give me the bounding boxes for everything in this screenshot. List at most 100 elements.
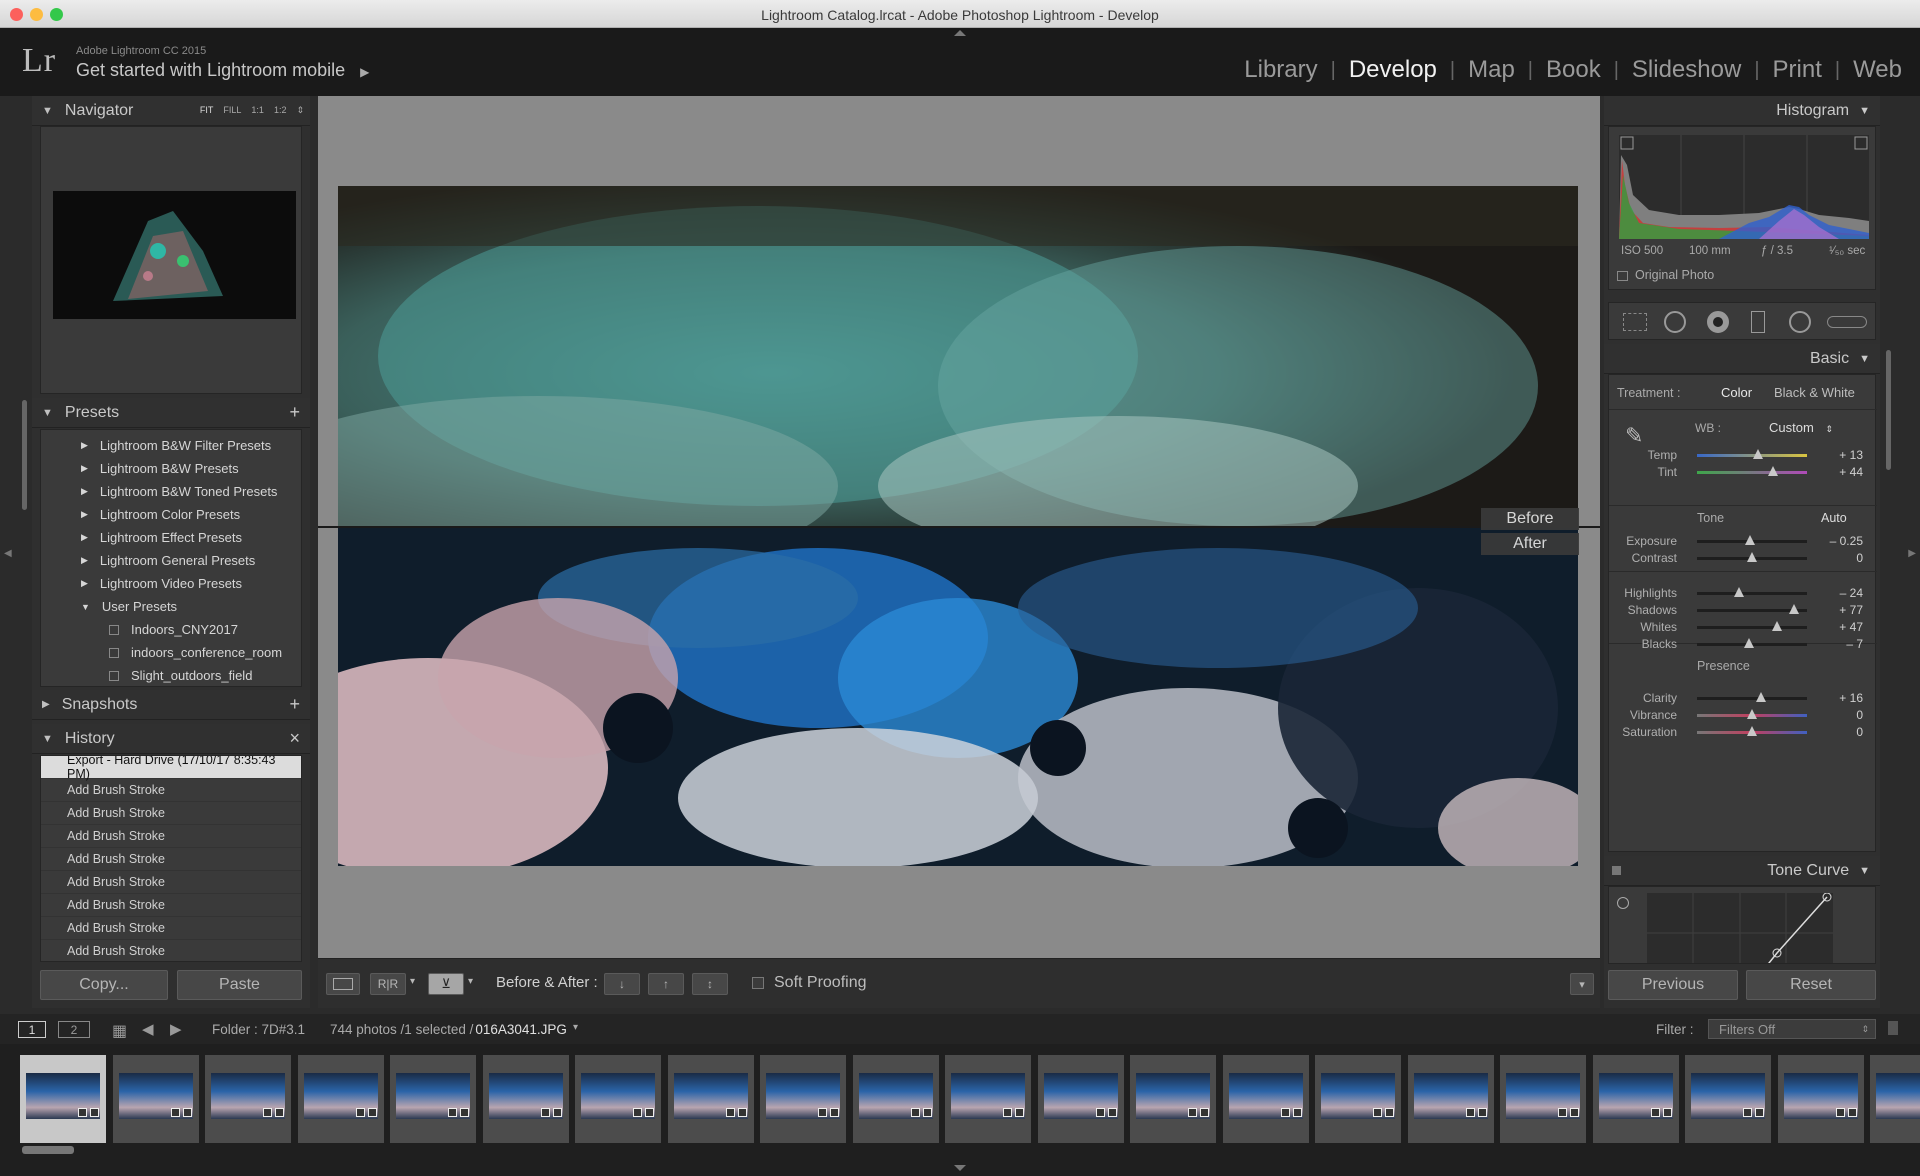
tone-curve-graph[interactable]: [1647, 893, 1833, 964]
mobile-link[interactable]: Get started with Lightroom mobile ▶: [76, 60, 369, 81]
history-item[interactable]: Add Brush Stroke: [41, 871, 301, 894]
clear-history-icon[interactable]: ×: [289, 728, 300, 749]
add-preset-icon[interactable]: +: [289, 402, 300, 423]
slider-thumb[interactable]: [1755, 692, 1766, 702]
module-book[interactable]: Book: [1546, 56, 1601, 84]
copy-settings-button[interactable]: Copy...: [40, 970, 168, 1000]
slider-value[interactable]: – 24: [1840, 586, 1863, 600]
filmstrip-thumbnail[interactable]: [1685, 1055, 1771, 1143]
slider-value[interactable]: 0: [1856, 708, 1863, 722]
slider-value[interactable]: 0: [1856, 551, 1863, 565]
preset-folder[interactable]: ▶ Lightroom B&W Presets: [41, 457, 301, 480]
preset-folder[interactable]: ▶ Lightroom B&W Filter Presets: [41, 434, 301, 457]
slider-track[interactable]: [1697, 449, 1807, 459]
histogram-graph[interactable]: [1619, 135, 1869, 239]
history-header[interactable]: ▼ History ×: [32, 724, 310, 754]
filmstrip-thumbnail[interactable]: [1407, 1055, 1494, 1143]
preset-item[interactable]: Slight_outdoors_field: [41, 664, 301, 687]
grid-view-icon[interactable]: ▦: [112, 1021, 127, 1041]
filmstrip-thumbnail[interactable]: [482, 1055, 569, 1143]
history-item[interactable]: Add Brush Stroke: [41, 779, 301, 802]
presets-header[interactable]: ▼ Presets +: [32, 398, 310, 428]
crop-tool-icon[interactable]: [1623, 313, 1647, 331]
original-photo-checkbox[interactable]: [1617, 271, 1628, 281]
left-panel-scrollbar[interactable]: [22, 400, 27, 510]
targeted-adjustment-icon[interactable]: [1617, 897, 1629, 909]
filter-select[interactable]: Filters Off ⇕: [1708, 1019, 1876, 1039]
slider-value[interactable]: + 13: [1839, 448, 1863, 462]
red-eye-icon[interactable]: [1707, 311, 1729, 333]
snapshots-header[interactable]: ▶ Snapshots +: [32, 690, 310, 720]
paste-settings-button[interactable]: Paste: [177, 970, 302, 1000]
previous-button[interactable]: Previous: [1608, 970, 1738, 1000]
navigator-header[interactable]: ▼ Navigator FIT FILL 1:1 1:2 ⇕: [32, 96, 310, 126]
history-item-selected[interactable]: Export - Hard Drive (17/10/17 8:35:43 PM…: [41, 756, 301, 781]
slider-thumb[interactable]: [1747, 552, 1757, 562]
module-library[interactable]: Library: [1244, 56, 1317, 84]
filmstrip-thumbnail[interactable]: [205, 1055, 291, 1143]
slider-track[interactable]: [1697, 638, 1807, 648]
slider-thumb[interactable]: [1744, 535, 1755, 545]
filmstrip-thumbnail[interactable]: [760, 1055, 846, 1143]
filmstrip-thumbnail-selected[interactable]: [20, 1055, 106, 1143]
filmstrip-thumbnail[interactable]: [1592, 1055, 1679, 1143]
history-item[interactable]: Add Brush Stroke: [41, 825, 301, 848]
split-dropdown-icon[interactable]: ▾: [468, 976, 473, 987]
slider-thumb[interactable]: [1747, 726, 1757, 736]
loupe-view-button[interactable]: [326, 973, 360, 995]
tone-curve-header[interactable]: Tone Curve ▼: [1604, 856, 1880, 886]
panel-switch-icon[interactable]: [1612, 866, 1621, 875]
reset-button[interactable]: Reset: [1746, 970, 1876, 1000]
slider-track[interactable]: [1697, 692, 1807, 702]
history-item[interactable]: Add Brush Stroke: [41, 894, 301, 917]
filmstrip-thumbnail[interactable]: [1870, 1055, 1920, 1143]
slider-track[interactable]: [1697, 709, 1807, 719]
navigator-preview[interactable]: [40, 126, 302, 394]
slider-thumb[interactable]: [1767, 466, 1778, 476]
right-panel-scrollbar[interactable]: [1886, 350, 1891, 470]
split-mode-button[interactable]: ⊻: [428, 973, 464, 995]
before-after-mode-button[interactable]: R|R: [370, 973, 406, 995]
slider-track[interactable]: [1697, 621, 1807, 631]
copy-after-to-before-button[interactable]: ↑: [648, 973, 684, 995]
radial-filter-icon[interactable]: [1789, 311, 1811, 333]
collapse-top-panel-icon[interactable]: [954, 30, 966, 36]
basic-header[interactable]: Basic ▼: [1604, 344, 1880, 374]
image-view[interactable]: Before After: [318, 96, 1600, 958]
filmstrip-thumbnail[interactable]: [1222, 1055, 1309, 1143]
filmstrip-thumbnail[interactable]: [390, 1055, 476, 1143]
slider-value[interactable]: + 16: [1839, 691, 1863, 705]
right-panel-toggle-icon[interactable]: ▶: [1908, 548, 1916, 559]
zoom-1-2[interactable]: 1:2: [274, 105, 287, 116]
filmstrip-thumbnail[interactable]: [297, 1055, 384, 1143]
filmstrip-thumbnail[interactable]: [667, 1055, 754, 1143]
slider-blacks[interactable]: Blacks – 7: [1609, 634, 1877, 654]
back-arrow-icon[interactable]: ◀: [142, 1020, 154, 1038]
filmstrip-thumbnail[interactable]: [1500, 1055, 1586, 1143]
preset-folder[interactable]: ▶ Lightroom General Presets: [41, 549, 301, 572]
zoom-1-1[interactable]: 1:1: [251, 105, 264, 116]
filmstrip-thumbnail[interactable]: [852, 1055, 939, 1143]
adjustment-brush-icon[interactable]: [1827, 316, 1867, 328]
photo-count[interactable]: 744 photos /1 selected / 016A3041.JPG ▾: [330, 1022, 578, 1037]
slider-track[interactable]: [1697, 466, 1807, 476]
forward-arrow-icon[interactable]: ▶: [170, 1020, 182, 1038]
preset-folder[interactable]: ▶ Lightroom B&W Toned Presets: [41, 480, 301, 503]
preset-folder[interactable]: ▶ Lightroom Color Presets: [41, 503, 301, 526]
slider-thumb[interactable]: [1733, 587, 1744, 597]
slider-value[interactable]: – 7: [1846, 637, 1863, 651]
slider-thumb[interactable]: [1788, 604, 1799, 614]
copy-before-to-after-button[interactable]: ↓: [604, 973, 640, 995]
module-develop[interactable]: Develop: [1349, 56, 1437, 84]
slider-thumb[interactable]: [1743, 638, 1754, 648]
slider-track[interactable]: [1697, 604, 1807, 614]
history-item[interactable]: Add Brush Stroke: [41, 917, 301, 940]
slider-track[interactable]: [1697, 552, 1807, 562]
filmstrip-thumbnail[interactable]: [112, 1055, 199, 1143]
soft-proofing-checkbox[interactable]: [752, 977, 764, 989]
slider-track[interactable]: [1697, 726, 1807, 736]
module-slideshow[interactable]: Slideshow: [1632, 56, 1741, 84]
preset-item[interactable]: Indoors_CNY2017: [41, 618, 301, 641]
module-print[interactable]: Print: [1773, 56, 1822, 84]
history-item[interactable]: Add Brush Stroke: [41, 940, 301, 961]
